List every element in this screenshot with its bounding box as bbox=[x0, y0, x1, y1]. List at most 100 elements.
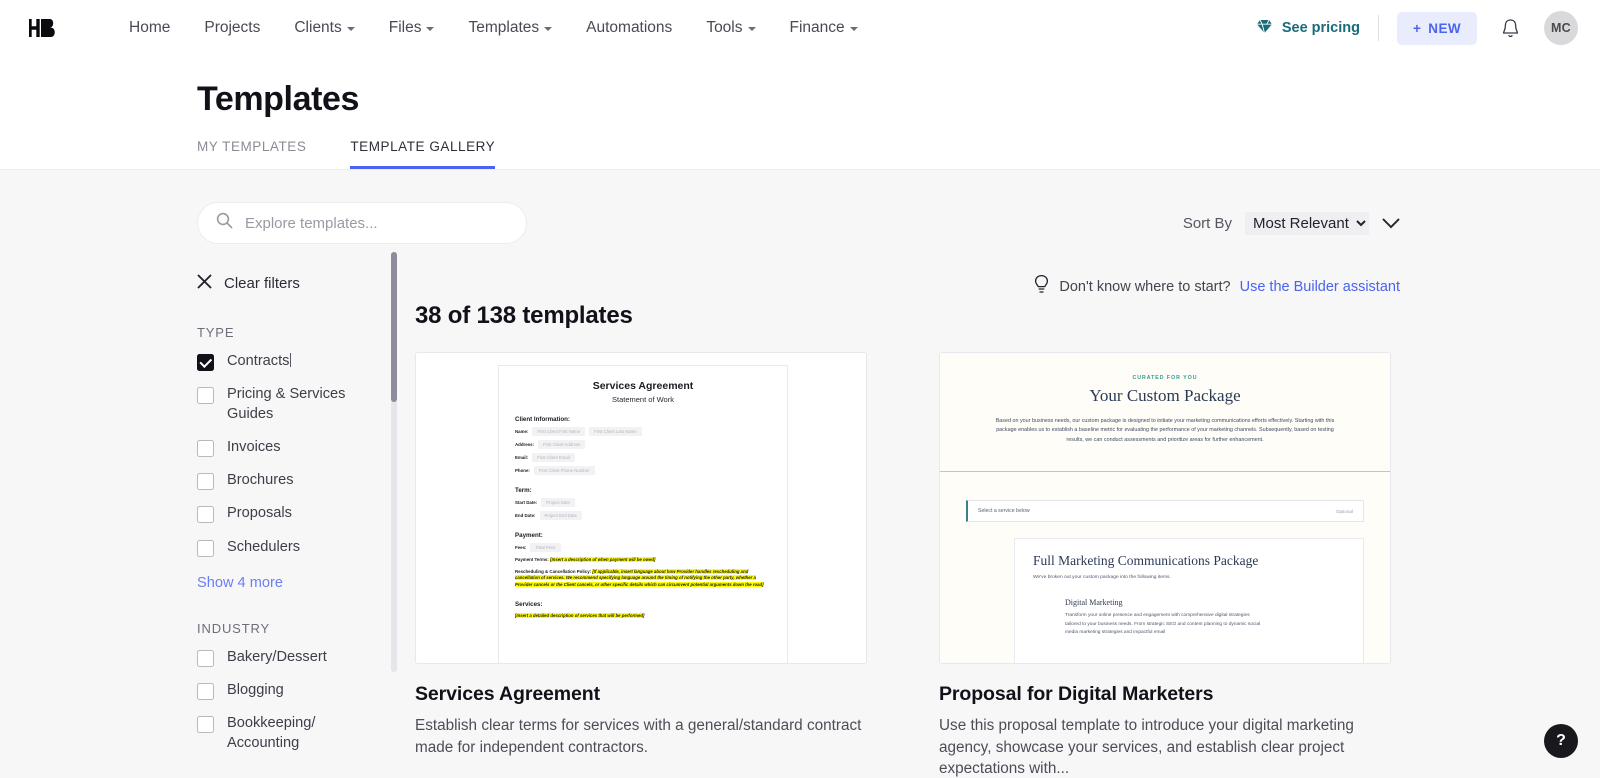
services-agreement-document: Services Agreement Statement of Work Cli… bbox=[498, 365, 788, 664]
checkbox-checked-icon[interactable] bbox=[197, 354, 214, 371]
sort-controls: Sort By Most Relevant bbox=[1183, 212, 1400, 235]
user-avatar[interactable]: MC bbox=[1544, 11, 1578, 45]
curated-label: CURATED FOR YOU bbox=[992, 375, 1338, 381]
template-card[interactable]: CURATED FOR YOU Your Custom Package Base… bbox=[939, 352, 1391, 778]
filter-option-brochures[interactable]: Brochures bbox=[197, 471, 379, 490]
chevron-down-icon bbox=[347, 27, 355, 31]
checkbox-icon[interactable] bbox=[197, 650, 214, 667]
nav-item-clients[interactable]: Clients bbox=[277, 19, 371, 37]
question-mark-icon: ? bbox=[1556, 732, 1566, 750]
nav-item-home[interactable]: Home bbox=[112, 19, 187, 37]
nav-label: Finance bbox=[790, 19, 845, 37]
nav-item-automations[interactable]: Automations bbox=[569, 19, 689, 37]
nav-label: Clients bbox=[294, 19, 341, 37]
nav-label: Files bbox=[389, 19, 422, 37]
builder-assistant-hint: Don't know where to start? Use the Build… bbox=[1033, 274, 1400, 300]
see-pricing-link[interactable]: See pricing bbox=[1256, 19, 1378, 38]
filter-option-bakery-dessert[interactable]: Bakery/Dessert bbox=[197, 648, 379, 667]
nav-item-finance[interactable]: Finance bbox=[773, 19, 875, 37]
template-card-title[interactable]: Services Agreement bbox=[415, 683, 867, 706]
checkbox-icon[interactable] bbox=[197, 440, 214, 457]
doc-field-placeholder: First Client Phone Number bbox=[534, 466, 595, 475]
filter-option-pricing-services-guides[interactable]: Pricing & Services Guides bbox=[197, 385, 379, 424]
filter-option-invoices[interactable]: Invoices bbox=[197, 438, 379, 457]
show-more-types-link[interactable]: Show 4 more bbox=[197, 575, 379, 591]
chevron-down-icon[interactable] bbox=[1382, 218, 1400, 229]
nav-label: Tools bbox=[706, 19, 742, 37]
checkbox-icon[interactable] bbox=[197, 387, 214, 404]
doc-field: Fees: Total Price bbox=[515, 543, 771, 552]
nav-item-templates[interactable]: Templates bbox=[451, 19, 569, 37]
doc-field-placeholder: Project Date bbox=[541, 498, 575, 507]
hb-logo[interactable] bbox=[22, 17, 66, 39]
doc-section-heading: Payment: bbox=[515, 532, 771, 539]
template-preview-thumbnail[interactable]: CURATED FOR YOU Your Custom Package Base… bbox=[939, 352, 1391, 664]
search-input[interactable] bbox=[245, 215, 508, 232]
nav-item-projects[interactable]: Projects bbox=[187, 19, 277, 37]
package-title: Full Marketing Communications Package bbox=[1033, 553, 1345, 569]
tab-template-gallery[interactable]: TEMPLATE GALLERY bbox=[350, 139, 495, 169]
filter-label: Schedulers bbox=[227, 538, 300, 557]
new-button-label: NEW bbox=[1428, 21, 1461, 36]
nav-item-tools[interactable]: Tools bbox=[689, 19, 772, 37]
template-card[interactable]: Services Agreement Statement of Work Cli… bbox=[415, 352, 867, 778]
clear-filters-button[interactable]: Clear filters bbox=[197, 274, 379, 293]
results-header: 38 of 138 templates Don't know where to … bbox=[415, 274, 1400, 330]
filter-label: Blogging bbox=[227, 681, 284, 700]
filter-label: Contracts bbox=[227, 352, 291, 371]
doc-highlight-text: [Insert a detailed description of servic… bbox=[515, 613, 644, 618]
search-and-sort-row: Sort By Most Relevant bbox=[0, 170, 1600, 244]
checkbox-icon[interactable] bbox=[197, 473, 214, 490]
template-card-description: Establish clear terms for services with … bbox=[415, 715, 867, 758]
doc-field-placeholder: First Client Address bbox=[538, 440, 585, 449]
doc-field: Name: First Client First Name First Clie… bbox=[515, 427, 771, 436]
doc-field: Start Date: Project Date bbox=[515, 498, 771, 507]
checkbox-icon[interactable] bbox=[197, 683, 214, 700]
results-panel: 38 of 138 templates Don't know where to … bbox=[387, 274, 1400, 778]
new-button[interactable]: + NEW bbox=[1397, 12, 1477, 45]
chevron-down-icon bbox=[544, 27, 552, 31]
nav-label: Projects bbox=[204, 19, 260, 37]
proposal-hero-blurb: Based on your business needs, our custom… bbox=[992, 417, 1338, 445]
doc-field-label: Phone: bbox=[515, 468, 530, 473]
package-subtitle: We've broken out your custom package int… bbox=[1033, 575, 1345, 580]
search-box[interactable] bbox=[197, 202, 527, 244]
checkbox-icon[interactable] bbox=[197, 540, 214, 557]
filter-scrollbar[interactable] bbox=[391, 252, 397, 672]
notifications-bell-icon[interactable] bbox=[1501, 18, 1520, 39]
help-button[interactable]: ? bbox=[1544, 724, 1578, 758]
nav-item-files[interactable]: Files bbox=[372, 19, 452, 37]
doc-highlight-label: Payment Terms: bbox=[515, 557, 549, 562]
tab-my-templates[interactable]: MY TEMPLATES bbox=[197, 139, 306, 169]
service-selector-bar: Select a service below Optional bbox=[966, 500, 1364, 522]
template-card-title[interactable]: Proposal for Digital Marketers bbox=[939, 683, 1391, 706]
top-navigation-bar: Home Projects Clients Files Templates Au… bbox=[0, 0, 1600, 56]
page-header: Templates MY TEMPLATES TEMPLATE GALLERY bbox=[0, 56, 1600, 170]
doc-subtitle: Statement of Work bbox=[515, 395, 771, 404]
doc-section-heading: Client Information: bbox=[515, 416, 771, 423]
checkbox-icon[interactable] bbox=[197, 506, 214, 523]
template-preview-thumbnail[interactable]: Services Agreement Statement of Work Cli… bbox=[415, 352, 867, 664]
sort-select[interactable]: Most Relevant bbox=[1245, 212, 1369, 235]
checkbox-icon[interactable] bbox=[197, 716, 214, 733]
doc-section-heading: Services: bbox=[515, 601, 771, 608]
builder-assistant-link[interactable]: Use the Builder assistant bbox=[1240, 279, 1400, 295]
chevron-down-icon bbox=[426, 27, 434, 31]
filter-option-contracts[interactable]: Contracts bbox=[197, 352, 379, 371]
nav-divider bbox=[1378, 15, 1379, 41]
doc-highlight-line: Rescheduling & Cancellation Policy: [If … bbox=[515, 569, 771, 589]
doc-field-label: Name: bbox=[515, 429, 528, 434]
avatar-initials: MC bbox=[1551, 21, 1571, 35]
filter-option-proposals[interactable]: Proposals bbox=[197, 504, 379, 523]
primary-nav-items: Home Projects Clients Files Templates Au… bbox=[112, 19, 875, 37]
tab-label: TEMPLATE GALLERY bbox=[350, 139, 495, 154]
nav-right-actions: See pricing + NEW MC bbox=[1256, 11, 1578, 45]
filter-option-blogging[interactable]: Blogging bbox=[197, 681, 379, 700]
filter-group-title-industry: INDUSTRY bbox=[197, 621, 379, 636]
filter-option-bookkeeping-accounting[interactable]: Bookkeeping/ Accounting bbox=[197, 714, 379, 753]
sort-by-label: Sort By bbox=[1183, 215, 1232, 232]
filter-option-schedulers[interactable]: Schedulers bbox=[197, 538, 379, 557]
doc-highlight-line: [Insert a detailed description of servic… bbox=[515, 613, 771, 620]
clear-filters-label: Clear filters bbox=[224, 275, 300, 292]
service-selector-optional: Optional bbox=[1336, 509, 1353, 514]
